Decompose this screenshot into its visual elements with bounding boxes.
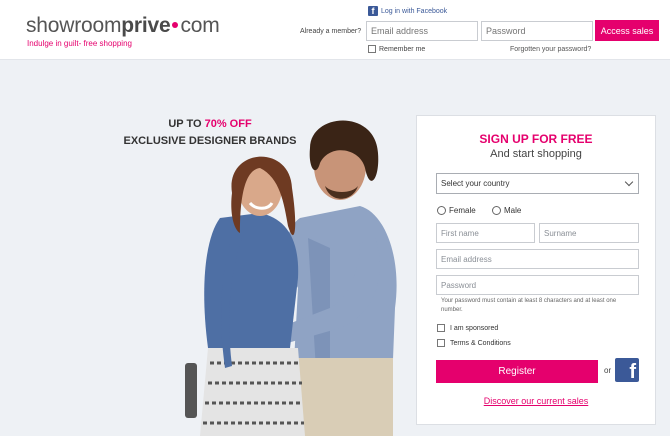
remember-me[interactable]: Remember me <box>368 45 425 53</box>
facebook-login-link[interactable]: f Log in with Facebook <box>368 6 447 16</box>
sponsored-label: I am sponsored <box>450 324 499 332</box>
gender-female-label: Female <box>449 206 476 215</box>
sponsored-option[interactable]: I am sponsored <box>437 324 498 332</box>
facebook-login-label: Log in with Facebook <box>381 7 448 15</box>
already-member-label: Already a member? <box>300 28 362 35</box>
access-sales-button[interactable]: Access sales <box>595 20 659 41</box>
login-password-input[interactable] <box>481 21 593 41</box>
country-select[interactable]: Select your country <box>436 173 639 194</box>
terms-checkbox[interactable] <box>437 339 445 347</box>
or-label: or <box>604 366 612 375</box>
signup-panel: SIGN UP FOR FREE And start shopping Sele… <box>416 115 656 425</box>
logo-text-prive: prive <box>121 14 171 37</box>
tagline: Indulge in guilt- free shopping <box>27 39 132 48</box>
signup-title: SIGN UP FOR FREE <box>479 132 593 146</box>
signup-subtitle: And start shopping <box>490 148 582 160</box>
register-button[interactable]: Register <box>436 360 598 383</box>
remember-me-label: Remember me <box>379 45 426 53</box>
terms-option[interactable]: Terms & Conditions <box>437 339 511 347</box>
facebook-icon[interactable]: f <box>615 358 639 383</box>
logo[interactable]: showroomprive com <box>26 14 220 38</box>
surname-field[interactable]: Surname <box>539 223 639 243</box>
gender-female-option[interactable]: Female <box>437 206 476 215</box>
gender-male-label: Male <box>504 206 522 215</box>
signup-email-field[interactable]: Email address <box>436 249 639 269</box>
first-name-field[interactable]: First name <box>436 223 535 243</box>
logo-text-com: com <box>180 14 220 37</box>
facebook-icon: f <box>368 6 378 16</box>
gender-female-radio[interactable] <box>437 206 446 215</box>
terms-label: Terms & Conditions <box>450 339 511 347</box>
logo-text-showroom: showroom <box>26 14 122 37</box>
discover-sales-link[interactable]: Discover our current sales <box>417 396 655 406</box>
gender-male-radio[interactable] <box>492 206 501 215</box>
signup-password-field[interactable]: Password <box>436 275 639 295</box>
header: showroomprive com Indulge in guilt- free … <box>0 0 670 60</box>
logo-dot <box>172 21 179 28</box>
sponsored-checkbox[interactable] <box>437 324 445 332</box>
gender-male-option[interactable]: Male <box>492 206 521 215</box>
remember-me-checkbox[interactable] <box>368 45 376 53</box>
chevron-down-icon <box>624 177 634 187</box>
hero-models-image <box>185 120 397 436</box>
forgot-password-link[interactable]: Forgotten your password? <box>510 46 591 53</box>
password-hint: Your password must contain at least 8 ch… <box>441 298 617 313</box>
country-select-value: Select your country <box>441 179 510 188</box>
login-email-input[interactable] <box>366 21 478 41</box>
